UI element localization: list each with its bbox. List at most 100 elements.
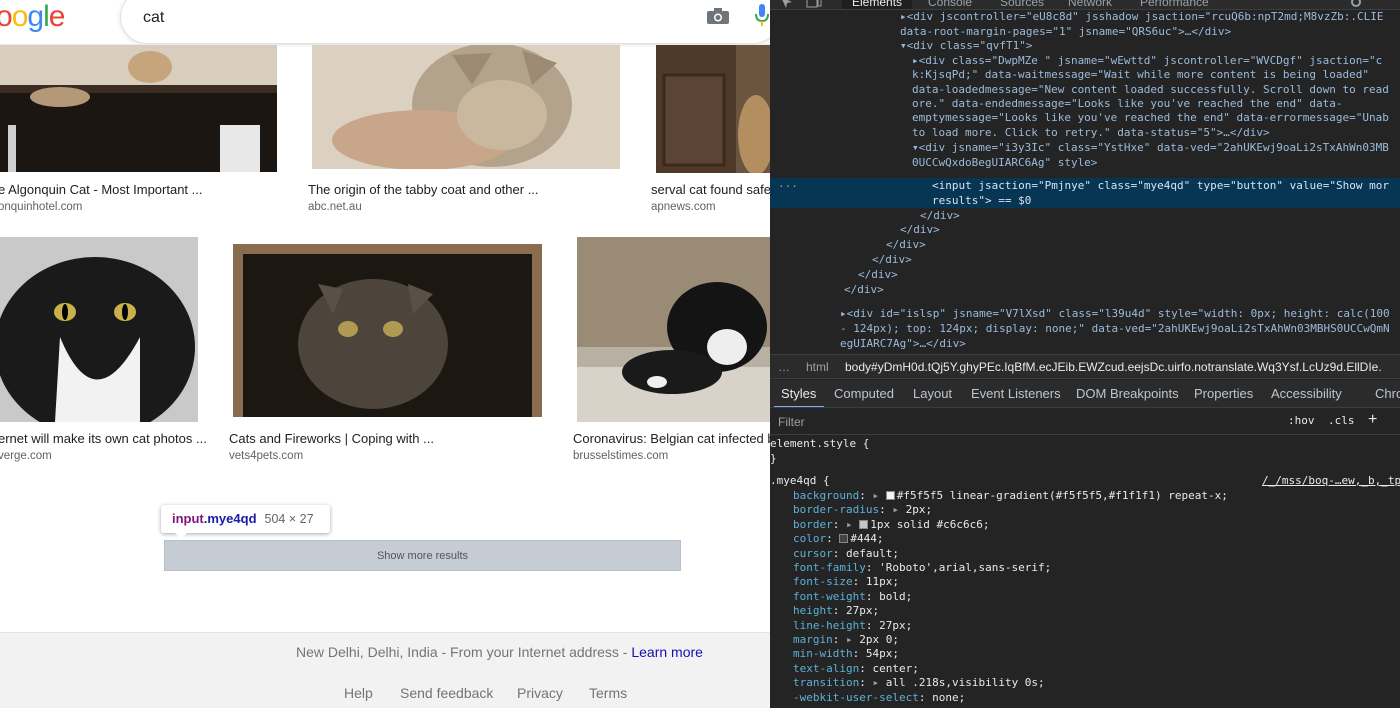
css-property[interactable]: -webkit-user-select: none; [770, 691, 1400, 705]
cls-toggle[interactable]: .cls [1328, 414, 1355, 427]
css-property[interactable]: color: #444; [770, 532, 1400, 546]
color-swatch[interactable] [839, 534, 849, 544]
footer-link-privacy[interactable]: Privacy [517, 685, 563, 701]
result-title-5[interactable]: Cats and Fireworks | Coping with ... [229, 431, 434, 446]
new-rule-plus-icon[interactable]: + [1368, 411, 1377, 429]
expand-arrow-icon[interactable]: ▸ [846, 518, 859, 531]
dom-line[interactable]: </div> [770, 267, 1400, 282]
result-title-2[interactable]: The origin of the tabby coat and other .… [308, 182, 539, 197]
dom-line[interactable]: data-root-margin-pages="1" jsname="QRS6u… [770, 24, 1400, 39]
search-box[interactable]: cat [120, 0, 770, 44]
tab-chropath[interactable]: ChroPa [1375, 386, 1400, 401]
show-more-results-button[interactable]: Show more results [164, 540, 681, 571]
dom-line[interactable]: ▾<div class="qvfT1"> [770, 38, 1400, 53]
learn-more-link[interactable]: Learn more [631, 644, 703, 660]
color-swatch[interactable] [859, 519, 869, 529]
dom-line[interactable]: </div> [770, 282, 1400, 297]
inspect-element-icon[interactable] [780, 0, 794, 8]
filter-input[interactable]: Filter [778, 415, 805, 429]
breadcrumb-body[interactable]: body#yDmH0d.tQj5Y.ghyPEc.IqBfM.ecJEib.EW… [845, 355, 1382, 378]
dom-line[interactable]: </div> [770, 237, 1400, 252]
footer-link-send-feedback[interactable]: Send feedback [400, 685, 493, 701]
dom-line[interactable]: </div> [770, 208, 1400, 223]
css-property[interactable]: cursor: default; [770, 547, 1400, 561]
tab-elements[interactable]: Elements [842, 0, 913, 9]
css-property[interactable]: line-height: 27px; [770, 619, 1400, 633]
dom-line-text: </div> [920, 209, 960, 222]
dom-line[interactable]: ▾<div jsname="i3y3Ic" class="YstHxe" dat… [770, 140, 1400, 155]
selected-node-ellipsis[interactable]: ··· [778, 180, 798, 193]
thumbnail-3[interactable] [656, 45, 770, 173]
dom-line[interactable]: 0UCCwQxdoBegUIARC6Ag" style> [770, 155, 1400, 170]
result-title-6[interactable]: Coronavirus: Belgian cat infected b [573, 431, 770, 446]
dom-line[interactable]: </div> [770, 222, 1400, 237]
dom-line[interactable]: results"> == $0 [770, 193, 1400, 208]
css-property-name: margin [793, 633, 833, 646]
element-style-open: element.style { [770, 437, 870, 450]
search-input[interactable]: cat [143, 9, 164, 27]
dom-line[interactable]: data-loadedmessage="New content loaded s… [770, 82, 1400, 97]
css-property[interactable]: margin: ▸ 2px 0; [770, 633, 1400, 647]
tab-console[interactable]: Console [928, 0, 972, 9]
tooltip-tag: input [172, 511, 204, 526]
thumbnail-1[interactable] [0, 45, 277, 172]
dom-line[interactable]: ▸<div id="islsp" jsname="V7lXsd" class="… [770, 306, 1400, 321]
tab-sources[interactable]: Sources [1000, 0, 1044, 9]
dom-line[interactable]: egUIARC7Ag">…</div> [770, 336, 1400, 351]
camera-icon[interactable] [707, 8, 729, 24]
hov-toggle[interactable]: :hov [1288, 414, 1315, 427]
dom-line[interactable]: ore." data-endedmessage="Looks like you'… [770, 96, 1400, 111]
tab-network[interactable]: Network [1068, 0, 1112, 9]
footer-link-help[interactable]: Help [344, 685, 373, 701]
expand-arrow-icon[interactable]: ▸ [872, 676, 885, 689]
dom-line[interactable]: ▸<div jscontroller="eU8c8d" jsshadow jsa… [770, 9, 1400, 24]
breadcrumb-ellipsis[interactable]: … [778, 355, 790, 378]
tab-layout[interactable]: Layout [913, 386, 952, 401]
css-property[interactable]: min-width: 54px; [770, 647, 1400, 661]
expand-arrow-icon[interactable]: ▸ [872, 489, 885, 502]
expand-arrow-icon[interactable]: ▸ [892, 503, 905, 516]
dom-line[interactable]: ▸<div class="DwpMZe " jsname="wEwttd" js… [770, 53, 1400, 68]
css-property[interactable]: font-weight: bold; [770, 590, 1400, 604]
thumbnail-6[interactable] [577, 237, 770, 422]
dom-line[interactable]: <input jsaction="Pmjnye" class="mye4qd" … [770, 178, 1400, 193]
breadcrumb-html[interactable]: html [806, 355, 829, 378]
thumbnail-4[interactable] [0, 237, 198, 422]
thumbnail-5[interactable] [233, 244, 542, 417]
result-title-3[interactable]: serval cat found safe [651, 182, 770, 197]
device-toolbar-icon[interactable] [806, 0, 822, 8]
expand-arrow-icon[interactable]: ▸ [846, 633, 859, 646]
css-property[interactable]: font-family: 'Roboto',arial,sans-serif; [770, 561, 1400, 575]
css-property[interactable]: background: ▸ #f5f5f5 linear-gradient(#f… [770, 489, 1400, 503]
dom-line[interactable]: </div> [770, 252, 1400, 267]
tab-computed[interactable]: Computed [834, 386, 894, 401]
dom-line[interactable]: - 124px); top: 124px; display: none;" da… [770, 321, 1400, 336]
settings-gear-icon[interactable] [1350, 0, 1362, 8]
color-swatch[interactable] [885, 491, 895, 500]
tab-performance[interactable]: Performance [1140, 0, 1209, 9]
result-title-4[interactable]: ernet will make its own cat photos ... [0, 431, 207, 446]
css-property[interactable]: border-radius: ▸ 2px; [770, 503, 1400, 517]
tab-event-listeners[interactable]: Event Listeners [971, 386, 1061, 401]
google-logo[interactable]: oogle [0, 0, 65, 34]
css-property[interactable]: font-size: 11px; [770, 575, 1400, 589]
footer-link-terms[interactable]: Terms [589, 685, 627, 701]
inspect-tooltip: input.mye4qd 504 × 27 [161, 505, 330, 539]
css-property[interactable]: border: ▸ 1px solid #c6c6c6; [770, 518, 1400, 532]
thumbnail-2[interactable] [312, 45, 620, 169]
css-property[interactable]: text-align: center; [770, 662, 1400, 676]
tab-accessibility[interactable]: Accessibility [1271, 386, 1342, 401]
dom-line[interactable]: to load more. Click to retry." data-stat… [770, 125, 1400, 140]
rule-source-link[interactable]: /_/mss/boq-…ew,_b,_tp [1262, 474, 1400, 487]
result-title-1[interactable]: e Algonquin Cat - Most Important ... [0, 182, 203, 197]
dom-line[interactable]: emptymessage="Looks like you've reached … [770, 110, 1400, 125]
tab-dom-breakpoints[interactable]: DOM Breakpoints [1076, 386, 1179, 401]
dom-line[interactable]: k:KjsqPd;" data-waitmessage="Wait while … [770, 67, 1400, 82]
css-property[interactable]: height: 27px; [770, 604, 1400, 618]
cat-on-vanity-image [0, 45, 277, 172]
mic-icon[interactable] [755, 4, 769, 26]
tab-styles[interactable]: Styles [781, 386, 816, 401]
tab-properties[interactable]: Properties [1194, 386, 1253, 401]
css-property[interactable]: transition: ▸ all .218s,visibility 0s; [770, 676, 1400, 690]
dom-line-text: </div> [872, 253, 912, 266]
